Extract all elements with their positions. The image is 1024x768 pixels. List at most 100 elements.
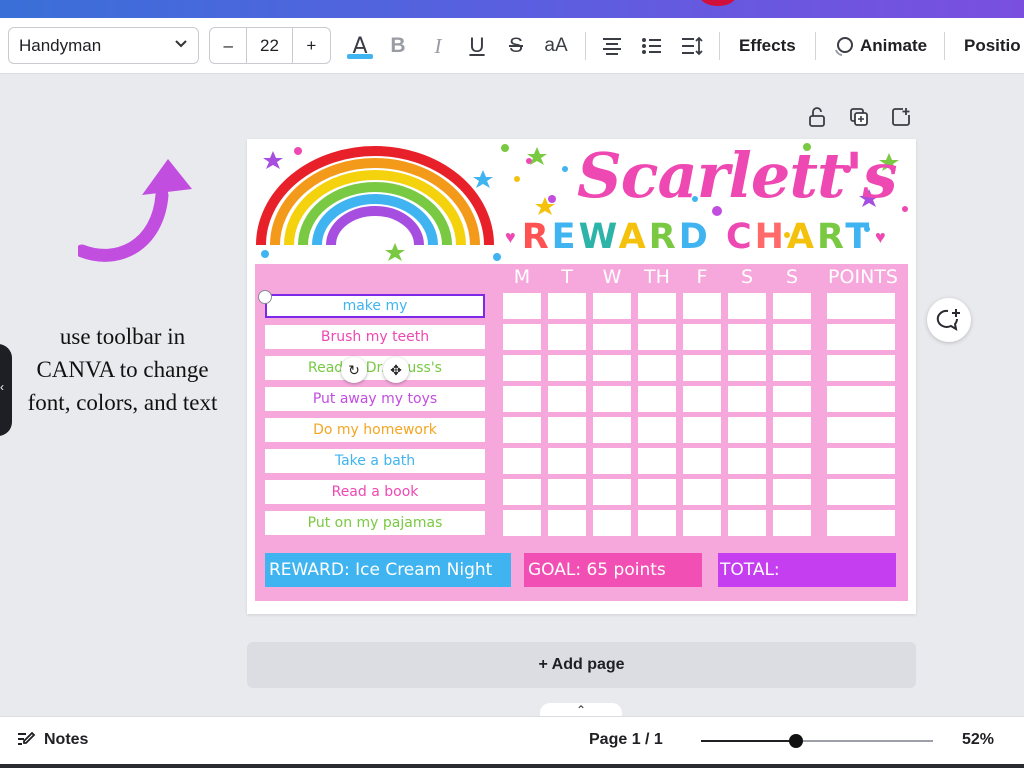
- points-cell[interactable]: [827, 386, 895, 412]
- checkbox-cell[interactable]: [593, 479, 631, 505]
- checkbox-cell[interactable]: [638, 417, 676, 443]
- task-label[interactable]: Take a bath: [265, 449, 485, 473]
- task-label[interactable]: Put away my toys: [265, 387, 485, 411]
- notes-button[interactable]: Notes: [16, 731, 88, 749]
- checkbox-cell[interactable]: [773, 510, 811, 536]
- checkbox-cell[interactable]: [728, 386, 766, 412]
- move-handle-icon[interactable]: ✥: [383, 357, 409, 383]
- points-cell[interactable]: [827, 293, 895, 319]
- align-center-icon[interactable]: [599, 32, 625, 60]
- total-box[interactable]: TOTAL:: [718, 553, 896, 587]
- checkbox-cell[interactable]: [728, 510, 766, 536]
- checkbox-cell[interactable]: [503, 448, 541, 474]
- checkbox-cell[interactable]: [773, 386, 811, 412]
- points-cell[interactable]: [827, 355, 895, 381]
- checkbox-cell[interactable]: [638, 386, 676, 412]
- points-cell[interactable]: [827, 448, 895, 474]
- side-panel-toggle[interactable]: ‹: [0, 344, 12, 436]
- checkbox-cell[interactable]: [593, 417, 631, 443]
- goal-box[interactable]: GOAL: 65 points: [524, 553, 702, 587]
- add-page-button[interactable]: + Add page: [247, 642, 916, 688]
- checkbox-cell[interactable]: [548, 510, 586, 536]
- checkbox-cell[interactable]: [593, 355, 631, 381]
- day-header[interactable]: F: [683, 266, 721, 292]
- checkbox-cell[interactable]: [773, 355, 811, 381]
- selection-handle[interactable]: [258, 290, 272, 304]
- rotate-handle-icon[interactable]: ↻: [341, 357, 367, 383]
- checkbox-cell[interactable]: [728, 417, 766, 443]
- strikethrough-icon[interactable]: S: [504, 32, 528, 60]
- font-size-input[interactable]: 22: [247, 28, 293, 63]
- zoom-slider-knob[interactable]: [789, 734, 803, 748]
- checkbox-cell[interactable]: [773, 448, 811, 474]
- add-comment-button[interactable]: [927, 298, 971, 342]
- checkbox-cell[interactable]: [683, 417, 721, 443]
- checkbox-cell[interactable]: [773, 479, 811, 505]
- day-header[interactable]: T: [548, 266, 586, 292]
- letter-case-icon[interactable]: aA: [541, 32, 571, 60]
- animate-icon[interactable]: [830, 32, 856, 60]
- checkbox-cell[interactable]: [638, 355, 676, 381]
- task-label[interactable]: make my: [265, 294, 485, 318]
- day-header[interactable]: W: [593, 266, 631, 292]
- points-header[interactable]: POINTS: [821, 266, 905, 292]
- line-spacing-icon[interactable]: [679, 32, 705, 60]
- checkbox-cell[interactable]: [548, 417, 586, 443]
- checkbox-cell[interactable]: [638, 324, 676, 350]
- checkbox-cell[interactable]: [728, 448, 766, 474]
- day-header[interactable]: TH: [638, 266, 676, 292]
- checkbox-cell[interactable]: [683, 510, 721, 536]
- checkbox-cell[interactable]: [773, 417, 811, 443]
- checkbox-cell[interactable]: [773, 293, 811, 319]
- checkbox-cell[interactable]: [683, 355, 721, 381]
- checkbox-cell[interactable]: [503, 386, 541, 412]
- zoom-level[interactable]: 52%: [962, 731, 994, 749]
- underline-icon[interactable]: U: [465, 32, 489, 60]
- points-cell[interactable]: [827, 417, 895, 443]
- checkbox-cell[interactable]: [548, 355, 586, 381]
- italic-icon[interactable]: I: [426, 32, 450, 60]
- chart-title[interactable]: Scarlett's: [577, 139, 898, 212]
- duplicate-page-icon[interactable]: [848, 104, 870, 130]
- checkbox-cell[interactable]: [683, 324, 721, 350]
- decrease-font-size-button[interactable]: –: [210, 28, 248, 63]
- zoom-slider[interactable]: [701, 734, 933, 748]
- checkbox-cell[interactable]: [503, 510, 541, 536]
- checkbox-cell[interactable]: [638, 293, 676, 319]
- day-header[interactable]: S: [728, 266, 766, 292]
- task-label[interactable]: Read a book: [265, 480, 485, 504]
- checkbox-cell[interactable]: [593, 510, 631, 536]
- task-label[interactable]: Do my homework: [265, 418, 485, 442]
- checkbox-cell[interactable]: [728, 293, 766, 319]
- page-indicator[interactable]: Page 1 / 1: [589, 731, 663, 749]
- font-family-dropdown[interactable]: Handyman: [8, 27, 199, 64]
- checkbox-cell[interactable]: [548, 448, 586, 474]
- checkbox-cell[interactable]: [503, 324, 541, 350]
- checkbox-cell[interactable]: [503, 479, 541, 505]
- checkbox-cell[interactable]: [548, 324, 586, 350]
- reward-chart-artboard[interactable]: Scarlett's ♥ ♥ REWARD CHART M T W TH F S S POIN…: [247, 139, 916, 614]
- checkbox-cell[interactable]: [683, 293, 721, 319]
- points-cell[interactable]: [827, 479, 895, 505]
- task-label[interactable]: Put on my pajamas: [265, 511, 485, 535]
- checkbox-cell[interactable]: [638, 479, 676, 505]
- checkbox-cell[interactable]: [548, 479, 586, 505]
- task-label[interactable]: Read m Dr. Seuss's: [265, 356, 485, 380]
- checkbox-cell[interactable]: [548, 386, 586, 412]
- checkbox-cell[interactable]: [503, 417, 541, 443]
- checkbox-cell[interactable]: [683, 386, 721, 412]
- day-header[interactable]: M: [503, 266, 541, 292]
- effects-button[interactable]: Effects: [739, 32, 796, 60]
- points-cell[interactable]: [827, 510, 895, 536]
- checkbox-cell[interactable]: [593, 386, 631, 412]
- checkbox-cell[interactable]: [503, 355, 541, 381]
- checkbox-cell[interactable]: [773, 324, 811, 350]
- day-header[interactable]: S: [773, 266, 811, 292]
- animate-button[interactable]: Animate: [860, 32, 927, 60]
- task-label[interactable]: Brush my teeth: [265, 325, 485, 349]
- bullet-list-icon[interactable]: [639, 32, 665, 60]
- checkbox-cell[interactable]: [728, 479, 766, 505]
- checkbox-cell[interactable]: [683, 479, 721, 505]
- checkbox-cell[interactable]: [593, 293, 631, 319]
- reward-box[interactable]: REWARD: Ice Cream Night: [265, 553, 511, 587]
